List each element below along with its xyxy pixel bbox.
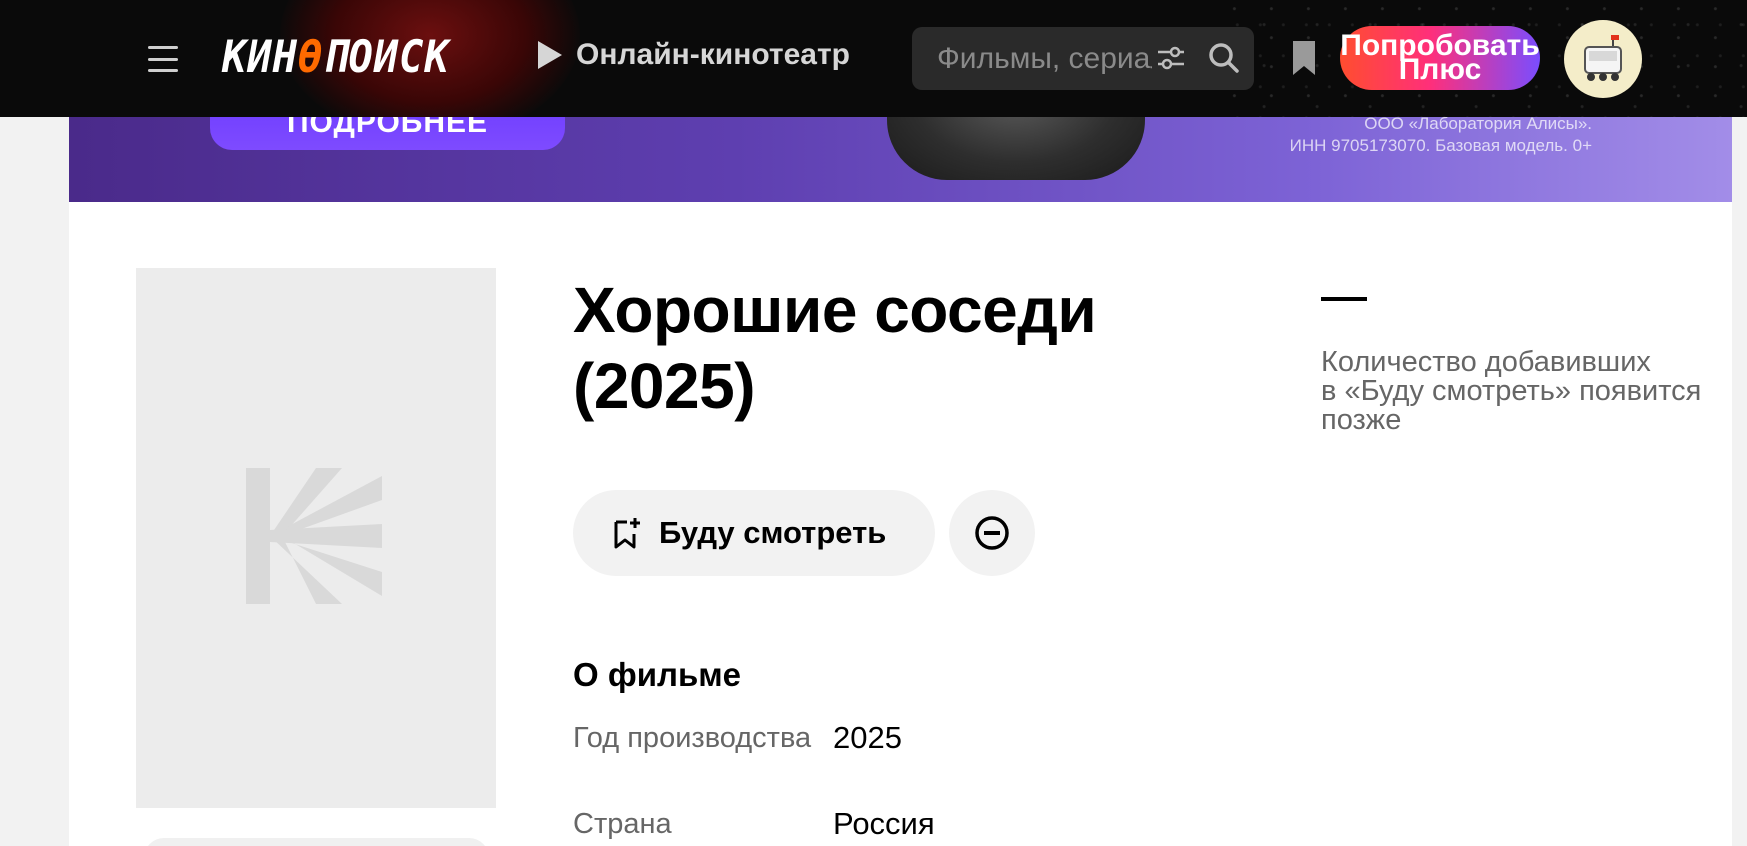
rating-dash	[1321, 297, 1367, 301]
about-heading: О фильме	[573, 656, 742, 693]
minus-circle-icon	[975, 516, 1009, 550]
online-cinema-label: Онлайн-кинотеатр	[576, 38, 850, 71]
watch-later-label: Буду смотреть	[659, 515, 887, 550]
info-key: Страна	[573, 808, 672, 840]
info-value[interactable]: Россия	[833, 808, 935, 839]
kinopoisk-logo[interactable]: КИНӨПОИСК	[222, 32, 450, 83]
watch-later-button[interactable]: Буду смотреть	[573, 490, 935, 576]
not-interested-button[interactable]	[949, 490, 1035, 576]
movie-title: Хорошие соседи (2025)	[573, 272, 1213, 424]
avatar[interactable]	[1564, 20, 1642, 98]
site-header: КИНӨПОИСК Онлайн-кинотеатр Попробоват	[0, 0, 1747, 117]
movie-title-line-1: Хорошие соседи	[573, 274, 1097, 346]
filter-icon[interactable]	[1156, 45, 1186, 71]
note-line-2: в «Буду смотреть» появится	[1321, 375, 1702, 407]
note-line-3: позже	[1321, 404, 1402, 436]
kinopoisk-mark-icon	[246, 468, 382, 604]
page: КИНӨПОИСК Онлайн-кинотеатр Попробоват	[0, 0, 1747, 846]
search-box	[912, 27, 1254, 90]
watchlist-count-note: Количество добавивших в «Буду смотреть» …	[1321, 348, 1747, 435]
info-key: Год производства	[573, 722, 812, 754]
banner-legal-text: ООО «Лаборатория Алисы». ИНН 9705173070.…	[1272, 113, 1592, 157]
poster-placeholder	[136, 268, 496, 808]
avatar-robot-icon	[1584, 35, 1622, 81]
search-icon[interactable]	[1207, 41, 1241, 75]
info-row-year: Год производства 2025	[573, 722, 902, 754]
info-row-country: Страна Россия	[573, 808, 935, 840]
legal-line-2: ИНН 9705173070. Базовая модель. 0+	[1289, 136, 1592, 155]
note-line-1: Количество добавивших	[1321, 346, 1651, 378]
try-plus-button[interactable]: Попробовать Плюс	[1340, 26, 1540, 90]
play-icon	[538, 41, 562, 69]
ad-banner[interactable]: ПОДРОБНЕЕ ООО «Лаборатория Алисы». ИНН 9…	[69, 105, 1732, 202]
movie-title-line-2: (2025)	[573, 350, 756, 422]
movie-card: Хорошие соседи (2025) Буду смотреть О фи…	[69, 202, 1732, 846]
menu-icon[interactable]	[148, 46, 178, 72]
info-value[interactable]: 2025	[833, 722, 902, 753]
bookmark-add-icon	[614, 518, 640, 549]
search-input[interactable]	[937, 41, 1152, 76]
online-cinema-link[interactable]: Онлайн-кинотеатр	[538, 38, 850, 72]
poster-action-button[interactable]	[144, 838, 489, 846]
bookmark-icon[interactable]	[1292, 40, 1316, 76]
